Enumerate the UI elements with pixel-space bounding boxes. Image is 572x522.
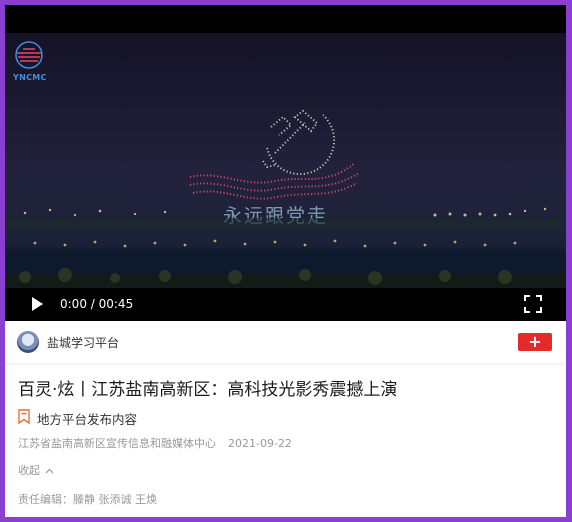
video-player[interactable]: 永远跟党走 YNCMC 0:00 / 00:45 — [5, 5, 566, 321]
fullscreen-icon[interactable] — [524, 295, 542, 313]
chevron-up-icon — [45, 467, 54, 477]
source-label: 地方平台发布内容 — [37, 412, 138, 427]
play-icon[interactable] — [29, 296, 45, 312]
video-frame: 永远跟党走 — [5, 5, 566, 288]
article-title: 百灵·炫丨江苏盐南高新区：高科技光影秀震撼上演 — [18, 380, 398, 400]
author-bar: 盐城学习平台 + — [5, 321, 566, 363]
publisher: 江苏省盐南高新区宣传信息和融媒体中心 — [18, 437, 216, 450]
channel-logo-text: YNCMC — [13, 73, 47, 82]
collapse-toggle[interactable]: 收起 — [18, 462, 54, 478]
time-display: 0:00 / 00:45 — [60, 297, 134, 311]
video-controls: 0:00 / 00:45 — [5, 288, 566, 321]
source-badge-icon — [18, 409, 30, 425]
app-frame: 永远跟党走 YNCMC 0:00 / 00:45 盐城学习平台 + 百灵·炫丨江… — [5, 5, 566, 517]
responsible-editors: 责任编辑：滕静 张添诚 王焕 — [18, 493, 157, 506]
avatar[interactable] — [17, 331, 39, 353]
publish-date: 2021-09-22 — [228, 437, 292, 450]
follow-button[interactable]: + — [518, 333, 552, 351]
article-meta: 江苏省盐南高新区宣传信息和融媒体中心 2021-09-22 — [18, 435, 292, 451]
collapse-label: 收起 — [18, 464, 40, 477]
author-name[interactable]: 盐城学习平台 — [47, 334, 119, 351]
